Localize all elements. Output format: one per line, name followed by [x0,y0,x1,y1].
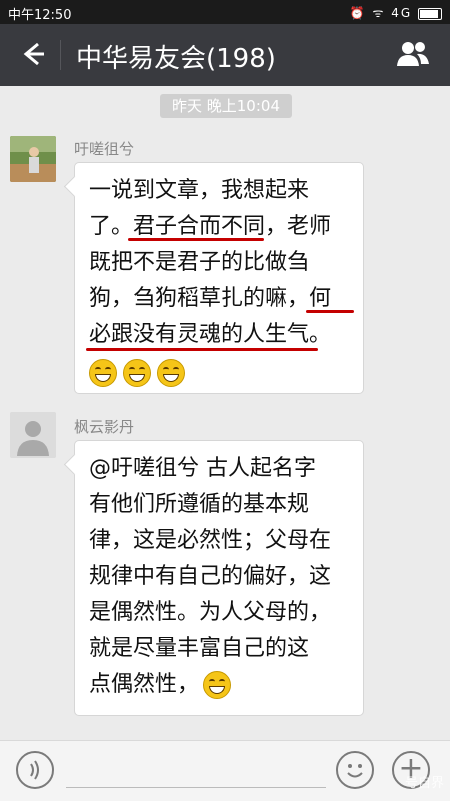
back-arrow-icon[interactable] [14,36,50,72]
status-time: 中午12:50 [8,8,72,23]
message-line: 既把不是君子的比做刍 [89,250,310,275]
sender-name: 枫云影丹 [74,418,135,436]
message-line: @吁嗟徂兮 古人起名字 [89,456,316,481]
grin-emoji-icon [157,359,185,387]
message-line: 点偶然性， [89,672,200,697]
emoji-row [89,353,351,393]
battery-icon [418,7,442,20]
message-line: 一说到文章，我想起来 [89,178,310,203]
divider [60,40,61,70]
timestamp-badge: 昨天 晚上10:04 [160,94,292,118]
grin-emoji-icon [89,359,117,387]
status-icons-text: ⏰ ᯤ 4G [349,6,413,20]
group-members-icon[interactable] [396,39,430,69]
message-line: 律，这是必然性；父母在 [89,528,332,553]
highlight-underline [86,348,318,351]
chat-title: 中华易友会(198) [76,44,276,74]
watermark: 号自界 [404,776,444,791]
highlight-underline [128,238,264,241]
input-bar: + [0,740,450,801]
message-line: 是偶然性。为人父母的， [89,600,332,625]
avatar[interactable] [10,412,56,458]
grin-emoji-icon [123,359,151,387]
message-bubble[interactable]: 一说到文章，我想起来 了。君子合而不同，老师 既把不是君子的比做刍 狗，刍狗稻草… [74,162,364,394]
message-line: 有他们所遵循的基本规 [89,492,310,517]
voice-icon[interactable] [16,751,54,789]
avatar[interactable] [10,136,56,182]
sender-name: 吁嗟徂兮 [74,140,135,158]
message-bubble[interactable]: @吁嗟徂兮 古人起名字 有他们所遵循的基本规 律，这是必然性；父母在 规律中有自… [74,440,364,716]
message-line: 规律中有自己的偏好，这 [89,564,332,589]
status-bar: 中午12:50 ⏰ ᯤ 4G [0,0,450,24]
message-line-with-emoji: 点偶然性， [89,667,351,703]
highlight-underline [306,310,354,313]
message-line: 就是尽量丰富自己的这 [89,636,310,661]
message-input[interactable] [66,787,326,788]
emoji-icon[interactable] [336,751,374,789]
status-icons: ⏰ ᯤ 4G [350,4,442,21]
grin-emoji-icon [203,671,232,699]
app-bar: 中华易友会(198) [0,24,450,86]
